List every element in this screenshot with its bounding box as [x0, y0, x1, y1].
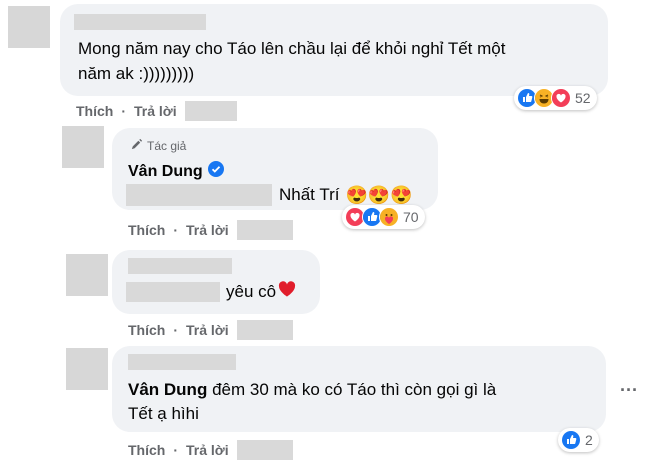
dot-separator: ·	[173, 222, 179, 238]
reaction-summary[interactable]: 70	[342, 205, 425, 229]
dot-separator: ·	[121, 103, 127, 119]
reply-button[interactable]: Trả lời	[186, 222, 229, 238]
comment-text: Nhất Trí 😍😍😍	[126, 183, 413, 207]
timestamp-redacted[interactable]	[184, 101, 237, 121]
comment-text-line1: Mong năm nay cho Táo lên chầu lại để khỏ…	[78, 39, 506, 58]
commenter-name-redacted[interactable]	[74, 14, 206, 30]
commenter-avatar[interactable]	[66, 348, 108, 390]
reply-button[interactable]: Trả lời	[134, 103, 177, 119]
commenter-name-redacted[interactable]	[128, 354, 236, 370]
reply-button[interactable]: Trả lời	[186, 322, 229, 338]
comment-text-line2: Tết ạ hìhi	[128, 404, 199, 423]
reaction-summary[interactable]: 2	[558, 428, 599, 452]
more-options-icon[interactable]: ···	[620, 380, 638, 401]
comment-text: yêu cô	[126, 280, 296, 304]
like-icon	[561, 430, 581, 450]
comment-text-line2: năm ak :)))))))))	[78, 64, 195, 83]
comment-actions: Thích · Trả lời	[128, 220, 293, 240]
reaction-count: 2	[585, 432, 593, 448]
redacted-text	[126, 184, 272, 206]
pencil-icon	[130, 138, 143, 154]
timestamp-redacted[interactable]	[236, 220, 293, 240]
comment-actions: Thích · Trả lời	[128, 320, 293, 340]
dot-separator: ·	[173, 442, 179, 458]
commenter-avatar[interactable]	[8, 6, 50, 48]
reaction-count: 52	[575, 90, 591, 106]
timestamp-redacted[interactable]	[236, 440, 293, 460]
love-icon	[551, 88, 571, 108]
reaction-summary[interactable]: 52	[514, 86, 597, 110]
like-button[interactable]: Thích	[128, 442, 165, 458]
comment-text-line1: Vân Dung đêm 30 mà ko có Táo thì còn gọi…	[128, 378, 496, 402]
care-icon	[379, 207, 399, 227]
author-badge-label: Tác giả	[147, 139, 187, 153]
like-button[interactable]: Thích	[128, 322, 165, 338]
commenter-name-redacted[interactable]	[128, 258, 232, 274]
commenter-avatar[interactable]	[66, 254, 108, 296]
verified-badge-icon	[207, 161, 224, 182]
author-name[interactable]: Vân Dung	[128, 161, 224, 182]
comment-actions: Thích · Trả lời	[128, 440, 293, 460]
comment-visible-text: Nhất Trí	[279, 185, 340, 204]
mention-author-name[interactable]: Vân Dung	[128, 380, 207, 399]
author-badge: Tác giả	[130, 138, 186, 154]
reply-button[interactable]: Trả lời	[186, 442, 229, 458]
comment-actions: Thích · Trả lời	[76, 101, 237, 121]
comment-text: đêm 30 mà ko có Táo thì còn gọi gì là	[212, 380, 497, 399]
like-button[interactable]: Thích	[128, 222, 165, 238]
author-name-text: Vân Dung	[128, 162, 203, 180]
reaction-count: 70	[403, 209, 419, 225]
author-avatar[interactable]	[62, 126, 104, 168]
redacted-text	[126, 282, 220, 302]
timestamp-redacted[interactable]	[236, 320, 293, 340]
comment-visible-text: yêu cô	[226, 282, 277, 301]
dot-separator: ·	[173, 322, 179, 338]
like-button[interactable]: Thích	[76, 103, 113, 119]
red-heart-icon	[278, 280, 296, 304]
heart-eyes-emoji: 😍😍😍	[345, 185, 413, 205]
